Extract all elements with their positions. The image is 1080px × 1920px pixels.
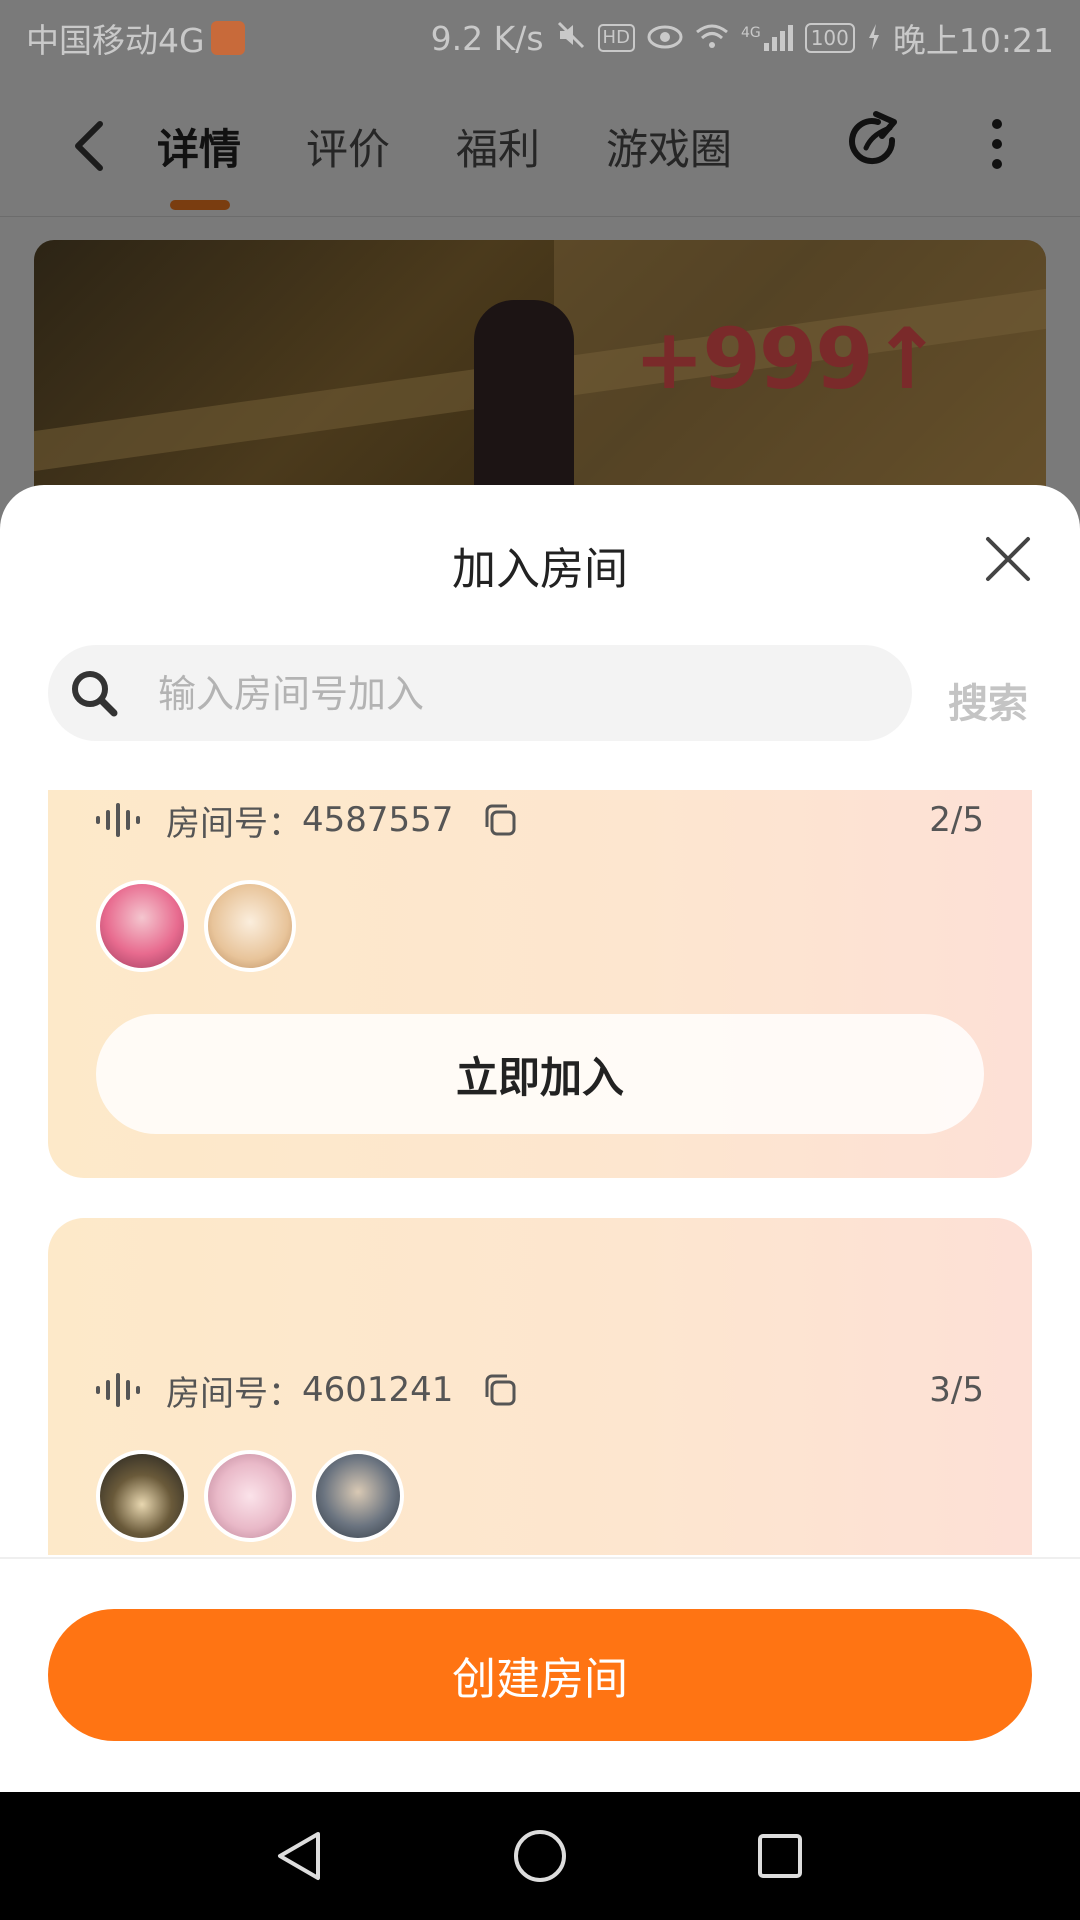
- search-button[interactable]: 搜索: [948, 671, 1028, 729]
- avatar[interactable]: [96, 1450, 188, 1542]
- eye-icon: [647, 19, 683, 58]
- carrier-label: 中国移动4G: [26, 21, 205, 60]
- room-number: 4587557: [302, 800, 454, 840]
- copy-icon[interactable]: [483, 1373, 517, 1407]
- room-number: 4601241: [302, 1370, 454, 1410]
- room-list[interactable]: 房间号： 4587557 2/5 立即加入 房间号： 4601241 3/5: [0, 790, 1080, 1555]
- system-back-icon[interactable]: [270, 1826, 330, 1886]
- search-icon: [70, 669, 118, 717]
- copy-icon[interactable]: [483, 803, 517, 837]
- search-bar: [48, 645, 912, 743]
- sheet-title: 加入房间: [452, 544, 628, 595]
- system-navigation-bar: [0, 1792, 1080, 1920]
- banner-score-text: +999↑: [634, 310, 942, 408]
- avatar[interactable]: [312, 1450, 404, 1542]
- tab-game-circle[interactable]: 游戏圈: [606, 116, 732, 177]
- voice-wave-icon: [96, 803, 142, 837]
- charging-icon: [867, 19, 881, 58]
- close-icon[interactable]: [980, 531, 1036, 587]
- wifi-icon: [695, 19, 729, 58]
- join-room-button[interactable]: 立即加入: [96, 1014, 984, 1134]
- room-occupancy: 2/5: [929, 800, 984, 840]
- avatar[interactable]: [204, 1450, 296, 1542]
- room-occupancy: 3/5: [929, 1370, 984, 1410]
- clock: 晚上10:21: [892, 21, 1054, 60]
- tab-welfare[interactable]: 福利: [456, 116, 540, 177]
- network-speed: 9.2 K/s: [430, 18, 544, 58]
- app-notification-icon: [210, 21, 245, 55]
- more-options-icon[interactable]: [985, 114, 1009, 174]
- back-arrow-icon[interactable]: [62, 116, 122, 176]
- system-recents-icon[interactable]: [750, 1826, 810, 1886]
- signal-icon: 4G: [741, 25, 793, 51]
- active-tab-indicator: [170, 200, 230, 210]
- room-number-input[interactable]: [156, 645, 880, 743]
- avatar[interactable]: [204, 880, 296, 972]
- room-card: 房间号： 4587557 2/5 立即加入: [48, 790, 1032, 1178]
- room-number-label: 房间号：: [166, 1373, 302, 1414]
- mute-icon: [556, 19, 586, 58]
- join-room-sheet: 加入房间 搜索 房间号： 4587557 2/5: [0, 485, 1080, 1792]
- member-avatars: [96, 880, 296, 972]
- hd-badge: HD: [597, 24, 635, 52]
- system-home-icon[interactable]: [510, 1826, 570, 1886]
- room-header: 房间号： 4587557: [96, 790, 517, 850]
- share-icon[interactable]: [842, 110, 906, 174]
- room-card: 房间号： 4601241 3/5: [48, 1218, 1032, 1555]
- top-navigation: 详情 评价 福利 游戏圈: [0, 76, 1080, 217]
- tab-reviews[interactable]: 评价: [306, 116, 390, 177]
- divider: [0, 1557, 1080, 1559]
- battery-indicator: 100: [804, 23, 855, 53]
- voice-wave-icon: [96, 1373, 142, 1407]
- room-header: 房间号： 4601241: [96, 1360, 517, 1420]
- create-room-button[interactable]: 创建房间: [48, 1609, 1032, 1741]
- tab-details[interactable]: 详情: [157, 116, 241, 177]
- avatar[interactable]: [96, 880, 188, 972]
- member-avatars: [96, 1450, 404, 1542]
- room-number-label: 房间号：: [166, 803, 302, 844]
- status-bar: 中国移动4G 9.2 K/s HD 4G 100 晚上10:21: [0, 0, 1080, 76]
